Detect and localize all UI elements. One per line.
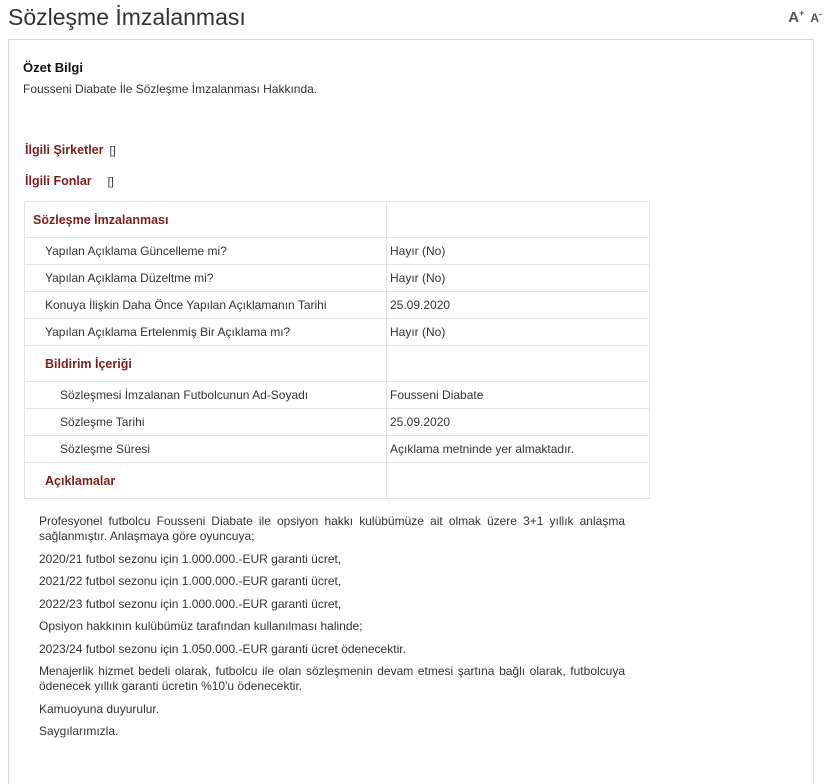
row-label: Yapılan Açıklama Düzeltme mi? <box>24 264 387 292</box>
section-value-cell <box>386 201 650 238</box>
explanations-title-cell: Açıklamalar <box>24 462 387 499</box>
table-row: Sözleşme Süresi Açıklama metninde yer al… <box>24 435 650 463</box>
disclosure-panel: Özet Bilgi Fousseni Diabate İle Sözleşme… <box>8 39 814 784</box>
table-row: Yapılan Açıklama Ertelenmiş Bir Açıklama… <box>24 318 650 346</box>
explanation-paragraph: 2023/24 futbol sezonu için 1.050.000.-EU… <box>39 641 406 656</box>
table-row: Yapılan Açıklama Güncelleme mi? Hayır (N… <box>24 237 650 265</box>
row-value: Hayır (No) <box>386 264 650 292</box>
notification-title: Bildirim İçeriği <box>45 356 132 371</box>
summary-text: Fousseni Diabate İle Sözleşme İmzalanmas… <box>23 82 318 96</box>
decrease-font-mark: - <box>819 9 822 19</box>
explanation-paragraph: 2020/21 futbol sezonu için 1.000.000.-EU… <box>39 551 342 566</box>
summary-heading: Özet Bilgi <box>23 60 83 75</box>
decrease-font-label: A <box>810 11 819 25</box>
explanation-paragraph: Kamuoyuna duyurulur. <box>39 701 160 716</box>
explanations-title: Açıklamalar <box>45 473 116 488</box>
explanation-paragraph: 2021/22 futbol sezonu için 1.000.000.-EU… <box>39 574 342 588</box>
page-title: Sözleşme İmzalanması <box>8 4 246 30</box>
notification-header: Bildirim İçeriği <box>24 345 650 382</box>
table-row: Sözleşme Tarihi 25.09.2020 <box>24 408 650 436</box>
row-label: Konuya İlişkin Daha Önce Yapılan Açıklam… <box>24 291 387 319</box>
row-value: 25.09.2020 <box>386 408 650 436</box>
section-title: Sözleşme İmzalanması <box>33 212 169 227</box>
explanations-header: Açıklamalar <box>24 462 650 499</box>
explanations-value-cell <box>386 462 650 499</box>
explanation-text: Profesyonel futbolcu Fousseni Diabate il… <box>39 514 625 747</box>
row-value: Hayır (No) <box>386 318 650 346</box>
notification-value-cell <box>386 345 650 382</box>
row-label: Sözleşme Süresi <box>24 435 387 463</box>
increase-font-mark: + <box>799 8 805 18</box>
font-size-controls: A+ A- <box>788 8 822 26</box>
row-label: Yapılan Açıklama Ertelenmiş Bir Açıklama… <box>24 318 387 346</box>
row-value: Hayır (No) <box>386 237 650 265</box>
related-funds-link[interactable]: İlgili Fonlar [] <box>25 174 114 188</box>
related-companies-link[interactable]: İlgili Şirketler [] <box>25 143 116 157</box>
related-companies-value: [] <box>109 145 116 157</box>
row-value: Açıklama metninde yer almaktadır. <box>386 435 650 463</box>
decrease-font-button[interactable]: A- <box>810 9 822 25</box>
row-value: 25.09.2020 <box>386 291 650 319</box>
related-funds-label: İlgili Fonlar <box>25 174 92 188</box>
row-value: Fousseni Diabate <box>386 381 650 409</box>
disclosure-table: Sözleşme İmzalanması Yapılan Açıklama Gü… <box>24 201 650 499</box>
related-companies-label: İlgili Şirketler <box>25 143 104 157</box>
increase-font-label: A <box>788 9 800 26</box>
explanation-paragraph: 2022/23 futbol sezonu için 1.000.000.-EU… <box>39 596 342 611</box>
explanation-paragraph: Menajerlik hizmet bedeli olarak, futbolc… <box>39 664 625 693</box>
increase-font-button[interactable]: A+ <box>788 8 804 26</box>
notification-title-cell: Bildirim İçeriği <box>24 345 387 382</box>
explanation-paragraph: Profesyonel futbolcu Fousseni Diabate il… <box>39 514 625 543</box>
related-funds-value: [] <box>107 176 114 188</box>
table-row: Konuya İlişkin Daha Önce Yapılan Açıklam… <box>24 291 650 319</box>
explanation-paragraph: Saygılarımızla. <box>39 724 119 738</box>
table-row: Sözleşmesi İmzalanan Futbolcunun Ad-Soya… <box>24 381 650 409</box>
explanation-paragraph: Opsiyon hakkının kulübümüz tarafından ku… <box>39 619 363 633</box>
section-title-cell: Sözleşme İmzalanması <box>24 201 387 238</box>
table-section-header: Sözleşme İmzalanması <box>24 201 650 238</box>
row-label: Sözleşme Tarihi <box>24 408 387 436</box>
row-label: Sözleşmesi İmzalanan Futbolcunun Ad-Soya… <box>24 381 387 409</box>
table-row: Yapılan Açıklama Düzeltme mi? Hayır (No) <box>24 264 650 292</box>
row-label: Yapılan Açıklama Güncelleme mi? <box>24 237 387 265</box>
